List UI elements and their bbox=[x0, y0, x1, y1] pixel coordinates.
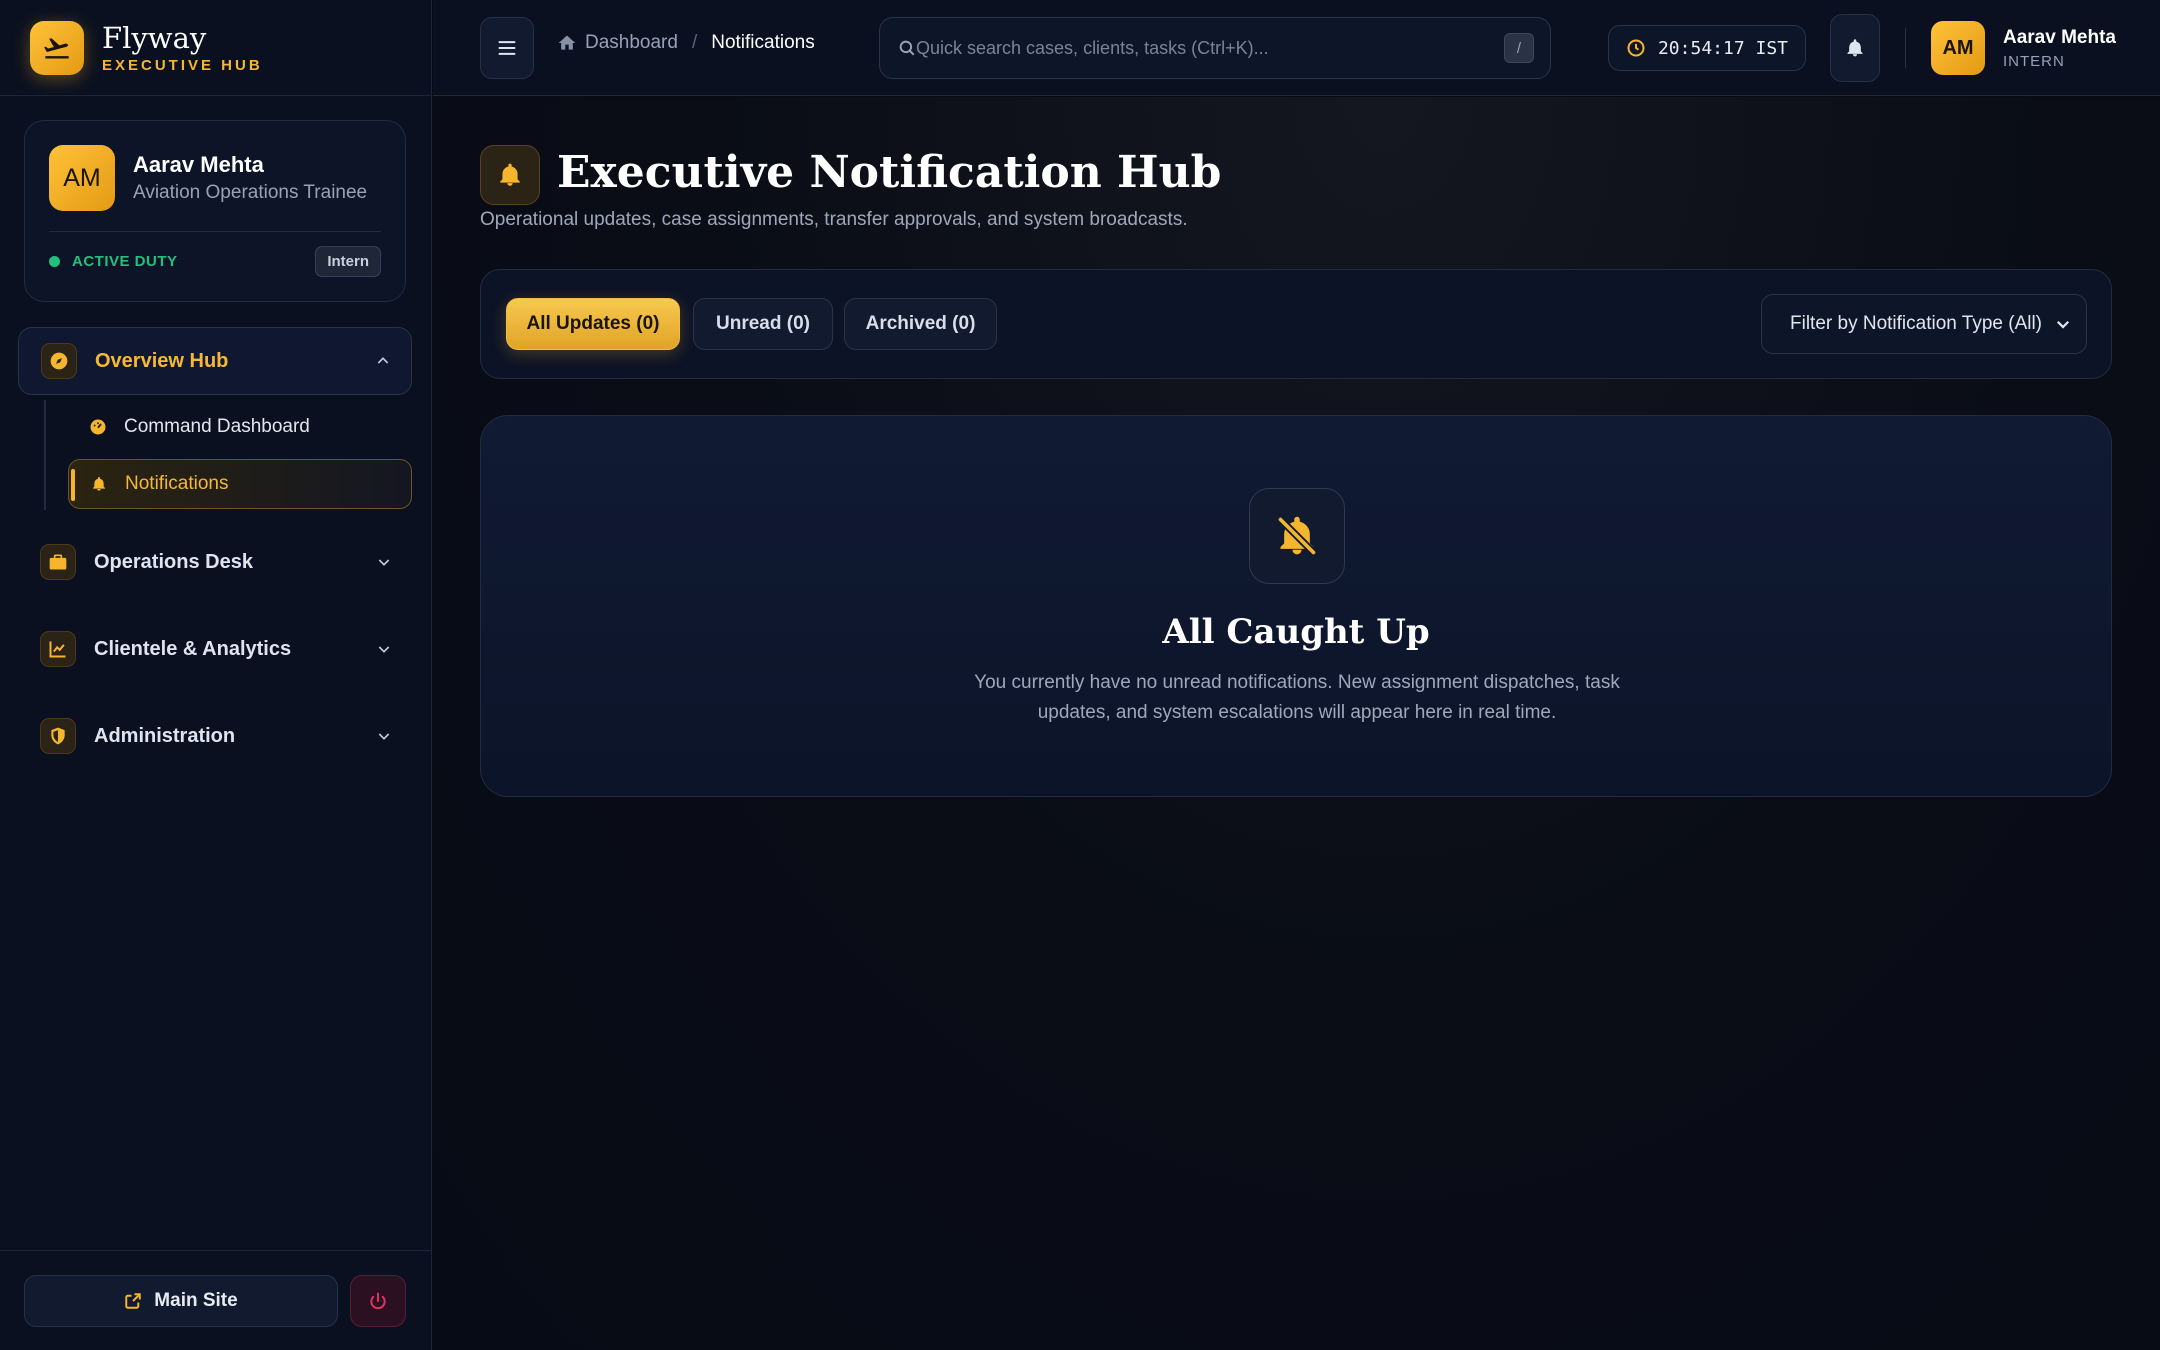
sidebar-item-command-dashboard[interactable]: Command Dashboard bbox=[68, 402, 412, 452]
search-icon bbox=[899, 40, 915, 56]
nav-group-administration[interactable]: Administration bbox=[18, 702, 412, 770]
nav-group-label: Overview Hub bbox=[95, 349, 229, 372]
user-menu[interactable]: AM Aarav Mehta INTERN bbox=[1931, 21, 2116, 75]
sidebar-item-label: Notifications bbox=[125, 473, 229, 494]
chevron-down-icon bbox=[2056, 320, 2070, 329]
menu-toggle-button[interactable] bbox=[480, 17, 534, 79]
profile-name: Aarav Mehta bbox=[133, 152, 264, 177]
sidebar-item-label: Command Dashboard bbox=[124, 416, 310, 437]
chart-line-icon bbox=[40, 631, 76, 667]
sidebar-item-notifications[interactable]: Notifications bbox=[68, 459, 412, 509]
chevron-down-icon bbox=[364, 554, 404, 570]
notification-type-select[interactable]: Filter by Notification Type (All) bbox=[1761, 294, 2087, 354]
plane-takeoff-icon bbox=[30, 20, 84, 75]
page-title: Executive Notification Hub bbox=[557, 147, 1222, 198]
hamburger-icon bbox=[498, 41, 516, 55]
empty-state-card: All Caught Up You currently have no unre… bbox=[480, 415, 2112, 797]
notification-type-selected: Filter by Notification Type (All) bbox=[1790, 313, 2043, 334]
notifications-button[interactable] bbox=[1830, 14, 1880, 82]
chevron-down-icon bbox=[364, 641, 404, 657]
page-subtitle: Operational updates, case assignments, t… bbox=[480, 209, 1188, 230]
profile-role: Aviation Operations Trainee bbox=[133, 182, 368, 203]
status-dot-icon bbox=[49, 256, 60, 267]
nav-group-label: Operations Desk bbox=[94, 550, 253, 573]
topbar: Dashboard / Notifications / 20:54:17 IST… bbox=[433, 0, 2160, 96]
brand[interactable]: Flyway EXECUTIVE HUB bbox=[0, 0, 431, 96]
chevron-down-icon bbox=[364, 728, 404, 744]
nav-group-overview-hub[interactable]: Overview Hub bbox=[18, 327, 412, 395]
nav-group-label: Administration bbox=[94, 724, 236, 747]
bell-icon bbox=[1847, 39, 1863, 57]
duty-status: ACTIVE DUTY bbox=[49, 253, 178, 270]
power-icon bbox=[370, 1292, 386, 1309]
profile-card: AM Aarav Mehta Aviation Operations Train… bbox=[24, 120, 406, 302]
avatar: AM bbox=[49, 145, 115, 211]
search-box: / bbox=[879, 17, 1551, 79]
sidebar: Flyway EXECUTIVE HUB AM Aarav Mehta Avia… bbox=[0, 0, 432, 1350]
nav-group-label: Clientele & Analytics bbox=[94, 637, 292, 660]
role-badge: Intern bbox=[315, 246, 381, 277]
breadcrumb-home[interactable]: Dashboard bbox=[557, 32, 678, 54]
main-content: Executive Notification Hub Operational u… bbox=[433, 97, 2160, 1350]
filter-bar: All Updates (0) Unread (0) Archived (0) … bbox=[480, 269, 2112, 379]
external-link-icon bbox=[125, 1292, 142, 1309]
clock: 20:54:17 IST bbox=[1608, 25, 1806, 71]
bell-off-icon bbox=[1249, 488, 1345, 584]
duty-status-label: ACTIVE DUTY bbox=[72, 253, 178, 270]
brand-name: Flyway bbox=[102, 20, 207, 55]
shield-icon bbox=[40, 718, 76, 754]
search-input[interactable] bbox=[916, 37, 1504, 59]
bell-icon bbox=[89, 474, 109, 494]
breadcrumb-separator: / bbox=[691, 32, 698, 53]
main-site-label: Main Site bbox=[154, 1289, 238, 1311]
breadcrumb-current: Notifications bbox=[711, 32, 815, 53]
divider bbox=[1905, 28, 1906, 68]
sidebar-footer: Main Site bbox=[0, 1250, 431, 1350]
avatar: AM bbox=[1931, 21, 1985, 75]
brand-subtitle: EXECUTIVE HUB bbox=[102, 56, 263, 74]
tab-all-updates[interactable]: All Updates (0) bbox=[506, 298, 680, 350]
nav-group-operations-desk[interactable]: Operations Desk bbox=[18, 528, 412, 596]
empty-state-text: You currently have no unread notificatio… bbox=[974, 672, 1620, 723]
logout-button[interactable] bbox=[350, 1274, 406, 1327]
chevron-up-icon bbox=[363, 353, 403, 369]
tab-archived[interactable]: Archived (0) bbox=[844, 298, 997, 350]
user-role: INTERN bbox=[2003, 52, 2065, 70]
clock-time: 20:54:17 IST bbox=[1657, 37, 1789, 59]
empty-state-title: All Caught Up bbox=[1162, 612, 1430, 652]
breadcrumb-home-label: Dashboard bbox=[585, 32, 678, 53]
main-site-button[interactable]: Main Site bbox=[24, 1274, 338, 1327]
bell-icon bbox=[480, 145, 540, 205]
user-name: Aarav Mehta bbox=[2003, 26, 2116, 48]
home-icon bbox=[558, 35, 576, 50]
tab-unread[interactable]: Unread (0) bbox=[693, 298, 833, 350]
compass-icon bbox=[41, 343, 77, 379]
breadcrumb: Dashboard / Notifications bbox=[557, 32, 815, 54]
briefcase-icon bbox=[40, 544, 76, 580]
gauge-icon bbox=[88, 417, 108, 437]
clock-icon bbox=[1627, 39, 1645, 57]
nav-group-clientele-analytics[interactable]: Clientele & Analytics bbox=[18, 615, 412, 683]
search-shortcut-key: / bbox=[1504, 33, 1534, 63]
submenu-line bbox=[44, 400, 46, 510]
divider bbox=[49, 231, 381, 232]
